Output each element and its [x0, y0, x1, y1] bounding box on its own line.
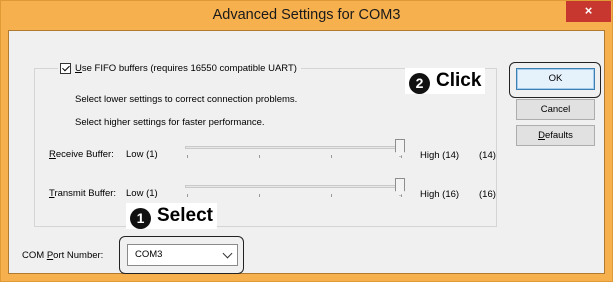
- transmit-buffer-label: Transmit Buffer:: [49, 188, 117, 199]
- step-2-badge-icon: 2: [409, 73, 430, 94]
- transmit-value-label: (16): [479, 189, 496, 200]
- transmit-slider-tick: [187, 194, 188, 197]
- transmit-buffer-slider[interactable]: [185, 178, 405, 201]
- select-callout-frame: [119, 236, 244, 274]
- receive-low-label: Low (1): [126, 149, 158, 160]
- receive-slider-track: [185, 146, 403, 149]
- receive-slider-tick: [331, 155, 332, 158]
- hint-lower-text: Select lower settings to correct connect…: [75, 94, 298, 105]
- transmit-low-label: Low (1): [126, 188, 158, 199]
- receive-high-label: High (14): [420, 150, 460, 161]
- receive-slider-tick: [187, 155, 188, 158]
- fifo-checkbox[interactable]: [60, 63, 71, 74]
- step-1-badge-icon: 1: [130, 208, 151, 229]
- transmit-high-label: High (16): [420, 189, 460, 200]
- defaults-button[interactable]: Defaults: [516, 125, 595, 146]
- receive-slider-tick: [259, 155, 260, 158]
- select-callout-label: 1 Select: [126, 203, 217, 229]
- receive-slider-thumb[interactable]: [395, 139, 405, 157]
- close-button[interactable]: ×: [566, 1, 611, 22]
- transmit-slider-tick: [331, 194, 332, 197]
- fifo-checkbox-label: Use FIFO buffers (requires 16550 compati…: [75, 63, 297, 75]
- window-title: Advanced Settings for COM3: [212, 7, 401, 23]
- receive-buffer-slider[interactable]: [185, 139, 405, 162]
- transmit-slider-track: [185, 185, 403, 188]
- click-callout-label: 2 Click: [405, 68, 486, 94]
- receive-value-label: (14): [479, 150, 496, 161]
- fifo-checkbox-row[interactable]: Use FIFO buffers (requires 16550 compati…: [58, 63, 301, 77]
- title-bar[interactable]: Advanced Settings for COM3: [0, 0, 613, 30]
- com-port-label: COM Port Number:: [22, 250, 104, 261]
- transmit-slider-tick: [259, 194, 260, 197]
- receive-buffer-label: Receive Buffer:: [49, 149, 114, 160]
- transmit-slider-thumb[interactable]: [395, 178, 405, 196]
- hint-higher-text: Select higher settings for faster perfor…: [75, 117, 265, 128]
- ok-callout-frame: [509, 62, 601, 98]
- cancel-button[interactable]: Cancel: [516, 99, 595, 120]
